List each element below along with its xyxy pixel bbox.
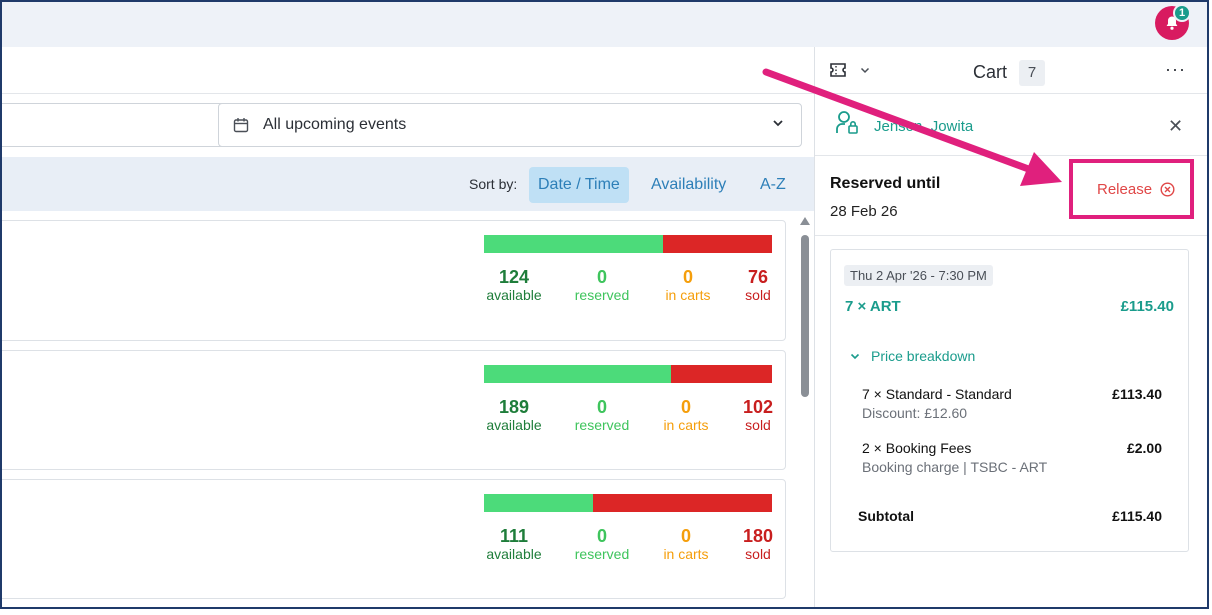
customer-name-link[interactable]: Jenson, Jowita [874, 118, 973, 135]
breakdown-item-name: 2 × Booking Fees [862, 440, 972, 456]
notification-bell-button[interactable]: 1 [1155, 4, 1191, 40]
sold-caption: sold [745, 287, 771, 303]
breakdown-item-amount: £2.00 [1126, 440, 1162, 456]
order-summary-card: Thu 2 Apr '26 - 7:30 PM 7 × ART £115.40 … [830, 249, 1189, 552]
chevron-down-icon [850, 353, 860, 360]
stat-available: 111 available [469, 526, 559, 562]
sort-option-date-time[interactable]: Date / Time [529, 167, 629, 203]
sort-bar: Sort by: Date / Time Availability A-Z [2, 157, 814, 211]
availability-bar [484, 235, 772, 253]
calendar-icon [233, 118, 249, 133]
stat-available: 189 available [469, 397, 559, 433]
breakdown-item: 2 × Booking Fees Booking charge | TSBC -… [862, 440, 1162, 475]
ticket-type-menu[interactable] [829, 62, 871, 78]
ticket-line: 7 × ART [845, 298, 901, 315]
available-count: 189 [498, 397, 530, 417]
scroll-up-arrow-icon[interactable] [800, 217, 810, 225]
breakdown-item-detail: Booking charge | TSBC - ART [862, 459, 1048, 475]
sold-count: 180 [742, 526, 774, 546]
sold-segment [662, 235, 772, 253]
subtotal-row: Subtotal £115.40 [858, 508, 1162, 524]
price-breakdown-label: Price breakdown [871, 348, 976, 364]
release-highlight-box [1069, 159, 1194, 219]
availability-bar [484, 365, 772, 383]
sold-caption: sold [745, 546, 771, 562]
breakdown-item: 7 × Standard - Standard Discount: £12.60… [862, 386, 1162, 421]
sort-option-availability[interactable]: Availability [642, 167, 735, 203]
reserved-caption: reserved [574, 417, 630, 433]
ticket-icon [830, 63, 846, 77]
stat-sold: 180 sold [713, 526, 803, 562]
event-list-scrollbar[interactable] [799, 217, 811, 607]
more-options-icon[interactable]: ··· [1165, 59, 1186, 80]
scrollbar-thumb[interactable] [801, 235, 809, 397]
stat-reserved: 0 reserved [557, 526, 647, 562]
event-card[interactable]: 111 available 0 reserved 0 in carts 180 … [2, 479, 786, 599]
available-caption: available [486, 417, 542, 433]
available-caption: available [486, 546, 542, 562]
chevron-down-icon [773, 120, 783, 127]
reserved-count: 0 [596, 397, 607, 417]
app-window: 1 All upcoming events Sort by: Date / Ti… [0, 0, 1209, 609]
available-caption: available [486, 287, 542, 303]
cart-panel-header: Cart 7 ··· [815, 47, 1207, 94]
cart-title: Cart [973, 62, 1008, 82]
breakdown-item-detail: Discount: £12.60 [862, 405, 968, 421]
search-field-edge[interactable] [2, 103, 222, 147]
cart-customer-row: Jenson, Jowita ✕ [815, 94, 1207, 156]
reserved-caption: reserved [574, 546, 630, 562]
stat-sold: 102 sold [713, 397, 803, 433]
sold-caption: sold [745, 417, 771, 433]
breakdown-item-amount: £113.40 [1112, 386, 1162, 402]
reserved-count: 0 [596, 526, 607, 546]
cart-panel: Cart 7 ··· Jenson, Jowita ✕ Reserved unt… [814, 47, 1207, 607]
chevron-down-icon [860, 67, 870, 74]
header-divider [2, 93, 814, 94]
event-date-filter-dropdown[interactable]: All upcoming events [218, 103, 802, 147]
stat-reserved: 0 reserved [557, 397, 647, 433]
reserved-until-title: Reserved until [830, 175, 941, 192]
stat-available: 124 available [469, 267, 559, 303]
reserved-count: 0 [596, 267, 607, 287]
stat-sold: 76 sold [713, 267, 803, 303]
cart-count-badge: 7 [1019, 60, 1045, 86]
event-card[interactable]: 189 available 0 reserved 0 in carts 102 … [2, 350, 786, 470]
event-card[interactable]: 124 available 0 reserved 0 in carts 76 s… [2, 220, 786, 341]
sort-label: Sort by: [469, 176, 518, 192]
notification-count-badge: 1 [1173, 4, 1191, 22]
price-breakdown-toggle[interactable]: Price breakdown [849, 348, 975, 364]
available-segment [484, 365, 672, 383]
available-count: 124 [498, 267, 530, 287]
sold-segment [671, 365, 772, 383]
ticket-price: £115.40 [1120, 298, 1174, 315]
reserved-until-date: 28 Feb 26 [830, 203, 898, 220]
sort-option-a-z[interactable]: A-Z [751, 167, 795, 203]
close-icon[interactable]: ✕ [1168, 116, 1183, 137]
sold-segment [593, 494, 772, 512]
sold-count: 102 [742, 397, 774, 417]
customer-lock-icon [836, 111, 858, 134]
top-bar: 1 [2, 2, 1207, 47]
available-segment [484, 494, 594, 512]
reserved-caption: reserved [574, 287, 630, 303]
event-filter-label: All upcoming events [263, 116, 407, 133]
available-segment [484, 235, 663, 253]
performance-date-chip: Thu 2 Apr '26 - 7:30 PM [844, 265, 993, 286]
subtotal-label: Subtotal [858, 508, 914, 524]
availability-bar [484, 494, 772, 512]
subtotal-amount: £115.40 [1112, 508, 1162, 524]
available-count: 111 [499, 526, 529, 546]
sold-count: 76 [747, 267, 769, 287]
stat-reserved: 0 reserved [557, 267, 647, 303]
